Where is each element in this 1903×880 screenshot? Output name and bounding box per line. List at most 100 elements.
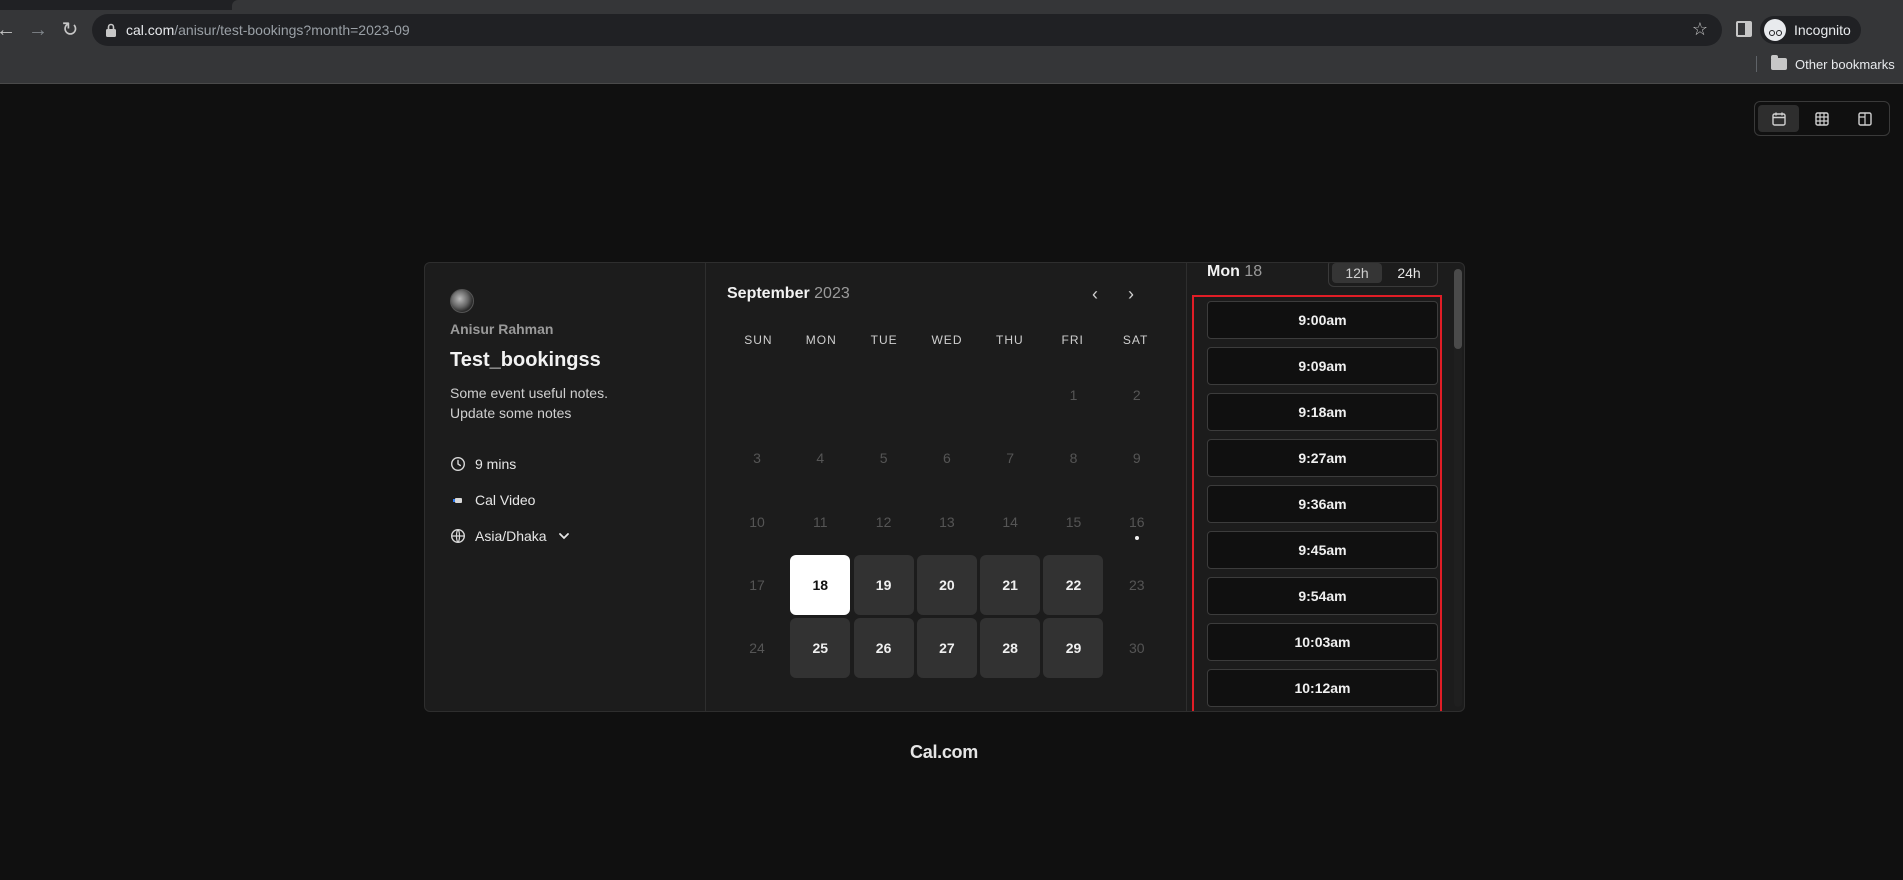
address-bar[interactable]: cal.com/anisur/test-bookings?month=2023-… [92, 14, 1722, 46]
weekday-label: THU [996, 333, 1024, 347]
time-slot-button[interactable]: 10:03am [1207, 623, 1438, 661]
weekday-label: FRI [1061, 333, 1084, 347]
scrollbar-thumb[interactable] [1454, 269, 1462, 349]
slots-scrollbar[interactable] [1454, 269, 1462, 707]
weekday-label: TUE [870, 333, 898, 347]
week-view-button[interactable] [1801, 105, 1842, 132]
time-format-toggle: 12h 24h [1328, 263, 1438, 287]
bookmark-star-icon[interactable]: ☆ [1692, 19, 1708, 40]
day-unavailable: 10 [749, 513, 765, 530]
day-unavailable: 1 [1069, 387, 1078, 403]
day-unavailable: 2 [1132, 387, 1141, 403]
day-blank [980, 365, 1040, 425]
side-panel-icon[interactable] [1736, 21, 1752, 37]
time-slot-button[interactable]: 10:12am [1207, 669, 1438, 707]
time-slot-button[interactable]: 9:36am [1207, 485, 1438, 523]
event-title: Test_bookingss [450, 349, 601, 371]
column-view-button[interactable] [1845, 105, 1886, 132]
back-arrow-icon[interactable]: ← [0, 18, 18, 42]
day-available[interactable]: 27 [916, 618, 977, 679]
grid-icon [1815, 111, 1829, 126]
day-unavailable: 11 [813, 513, 828, 530]
day-today: 16 [1107, 492, 1167, 552]
browser-toolbar: ← → ↻ cal.com/anisur/test-bookings?month… [0, 0, 1903, 84]
day-available[interactable]: 20 [916, 554, 977, 615]
selected-day-number: 18 [1244, 263, 1263, 280]
day-blank [854, 365, 914, 425]
layout-toggle [1754, 101, 1890, 136]
day-blank [727, 365, 787, 425]
forward-arrow-icon[interactable]: → [26, 18, 50, 42]
day-available[interactable]: 26 [853, 618, 914, 679]
event-description-line: Some event useful notes. [450, 385, 608, 401]
incognito-profile-button[interactable]: Incognito [1760, 16, 1861, 44]
time-slot-button[interactable]: 9:00am [1207, 301, 1438, 339]
location-label: Cal Video [475, 492, 536, 508]
day-blank [917, 365, 977, 425]
day-unavailable: 4 [816, 450, 825, 467]
previous-month-button[interactable]: ‹ [1083, 283, 1107, 307]
booker-widget: Anisur Rahman Test_bookingss Some event … [424, 262, 1465, 712]
active-tab[interactable] [232, 0, 1903, 10]
selected-day-name: Mon [1207, 263, 1240, 280]
url-text: cal.com/anisur/test-bookings?month=2023-… [126, 22, 410, 38]
timezone-select[interactable]: Asia/Dhaka [450, 528, 572, 544]
incognito-icon [1764, 19, 1786, 41]
day-available[interactable]: 29 [1043, 618, 1104, 679]
weekday-label: SAT [1122, 333, 1149, 347]
date-picker: September 2023 ‹ › SUN MON TUE WED THU F… [707, 263, 1187, 711]
format-24h-button[interactable]: 24h [1384, 263, 1434, 283]
event-duration: 9 mins [450, 456, 516, 472]
folder-icon [1771, 55, 1787, 70]
day-available[interactable]: 25 [790, 618, 851, 679]
day-unavailable: 5 [879, 450, 888, 467]
day-unavailable: 12 [875, 513, 892, 530]
month-year: 2023 [814, 285, 850, 302]
month-view-button[interactable] [1758, 105, 1800, 132]
host-avatar [450, 289, 474, 313]
brand-logo[interactable]: Cal.com [0, 742, 1888, 763]
day-available[interactable]: 28 [980, 618, 1041, 679]
columns-icon [1858, 111, 1873, 126]
day-available[interactable]: 22 [1043, 554, 1104, 615]
other-bookmarks-label: Other bookmarks [1795, 56, 1895, 72]
reload-icon[interactable]: ↻ [58, 18, 82, 42]
url-host: cal.com [126, 22, 175, 38]
timezone-label: Asia/Dhaka [475, 528, 547, 544]
clock-icon [450, 456, 466, 472]
time-slot-button[interactable]: 9:54am [1207, 577, 1438, 615]
day-unavailable: 9 [1132, 450, 1141, 467]
day-selected[interactable]: 18 [790, 554, 851, 615]
other-bookmarks[interactable]: Other bookmarks [1756, 55, 1895, 72]
day-unavailable: 14 [1002, 513, 1018, 530]
day-unavailable: 6 [942, 450, 951, 467]
time-slot-button[interactable]: 9:27am [1207, 439, 1438, 477]
day-unavailable: 7 [1006, 450, 1015, 467]
event-description: Some event useful notes. Update some not… [450, 383, 608, 423]
time-slot-button[interactable]: 9:09am [1207, 347, 1438, 385]
weekday-label: WED [931, 333, 963, 347]
video-camera-icon [450, 492, 466, 508]
event-description-line: Update some notes [450, 405, 572, 421]
day-available[interactable]: 21 [980, 554, 1041, 615]
time-slots-panel: Mon 18 12h 24h 9:00am 9:09am 9:18am 9:27… [1188, 263, 1464, 711]
time-slot-button[interactable]: 9:18am [1207, 393, 1438, 431]
next-month-button[interactable]: › [1119, 283, 1143, 307]
format-12h-button[interactable]: 12h [1332, 263, 1382, 283]
time-slot-button[interactable]: 9:45am [1207, 531, 1438, 569]
chevron-down-icon [558, 533, 569, 540]
day-unavailable: 23 [1128, 576, 1145, 593]
day-grid: 1 2 3 4 5 6 7 8 9 10 11 12 13 14 15 16 1… [727, 365, 1167, 679]
selected-date-heading: Mon 18 [1207, 263, 1262, 281]
day-available[interactable]: 19 [853, 554, 914, 615]
slot-list: 9:00am 9:09am 9:18am 9:27am 9:36am 9:45a… [1207, 301, 1438, 711]
bookmarks-separator [1756, 56, 1757, 72]
weekday-label: MON [805, 333, 837, 347]
month-name: September [727, 285, 810, 302]
lock-icon [106, 23, 116, 37]
day-blank [790, 365, 850, 425]
day-unavailable: 17 [749, 576, 765, 593]
day-unavailable: 24 [749, 640, 765, 657]
url-path: /anisur/test-bookings?month=2023-09 [174, 22, 410, 38]
day-unavailable: 13 [939, 513, 955, 530]
